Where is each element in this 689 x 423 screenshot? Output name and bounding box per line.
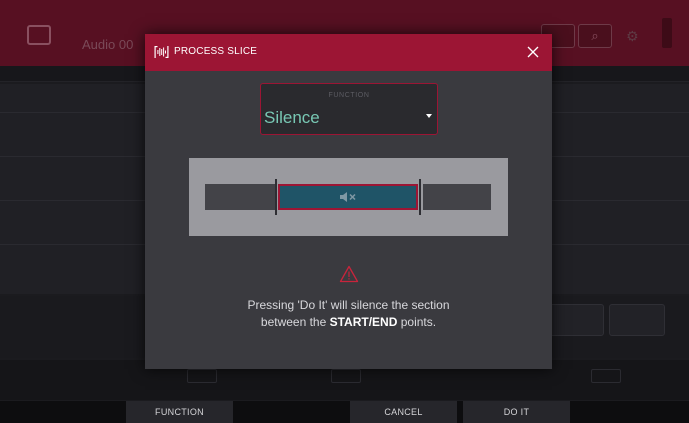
slice-preview	[189, 158, 508, 236]
footer-bar	[0, 401, 689, 423]
close-icon[interactable]	[525, 44, 541, 60]
slice-region-after	[423, 184, 491, 210]
dropdown-caret-icon	[426, 114, 432, 118]
function-button[interactable]: FUNCTION	[126, 401, 233, 423]
warning-line-2: between the START/END points.	[145, 314, 552, 331]
cancel-button[interactable]: CANCEL	[350, 401, 457, 423]
slice-region-before	[205, 184, 275, 210]
app-track-name: Audio 00	[82, 37, 134, 52]
end-marker	[419, 179, 421, 215]
app-parameter-button	[548, 304, 604, 336]
warning-line-2-end: points.	[397, 315, 437, 329]
function-value: Silence	[264, 108, 320, 127]
warning-line-2-emphasis: START/END	[329, 315, 398, 329]
process-slice-dialog: PROCESS SLICE FUNCTION Silence Pressing …	[145, 34, 552, 369]
app-level-meter	[662, 18, 672, 48]
app-lower-icon	[591, 369, 621, 383]
warning-message: Pressing 'Do It' will silence the sectio…	[145, 297, 552, 331]
app-settings-icon: ⚙	[626, 28, 639, 44]
start-marker	[275, 179, 277, 215]
warning-triangle-icon	[339, 265, 359, 283]
waveform-logo-icon	[154, 46, 169, 58]
function-dropdown[interactable]: FUNCTION Silence	[260, 83, 438, 135]
dialog-title: PROCESS SLICE	[174, 46, 258, 57]
app-search-button: ⌕	[578, 24, 612, 48]
app-parameter-button	[609, 304, 665, 336]
app-menu-icon	[27, 25, 51, 45]
speaker-mute-icon	[340, 192, 356, 202]
selected-slice-region	[278, 184, 418, 210]
do-it-button[interactable]: DO IT	[463, 401, 570, 423]
dialog-header: PROCESS SLICE	[145, 34, 552, 71]
function-label: FUNCTION	[328, 92, 370, 99]
app-lower-icon	[331, 369, 361, 383]
warning-line-1: Pressing 'Do It' will silence the sectio…	[247, 298, 450, 312]
warning-line-2-start: between the	[260, 315, 330, 329]
app-lower-icon	[187, 369, 217, 383]
